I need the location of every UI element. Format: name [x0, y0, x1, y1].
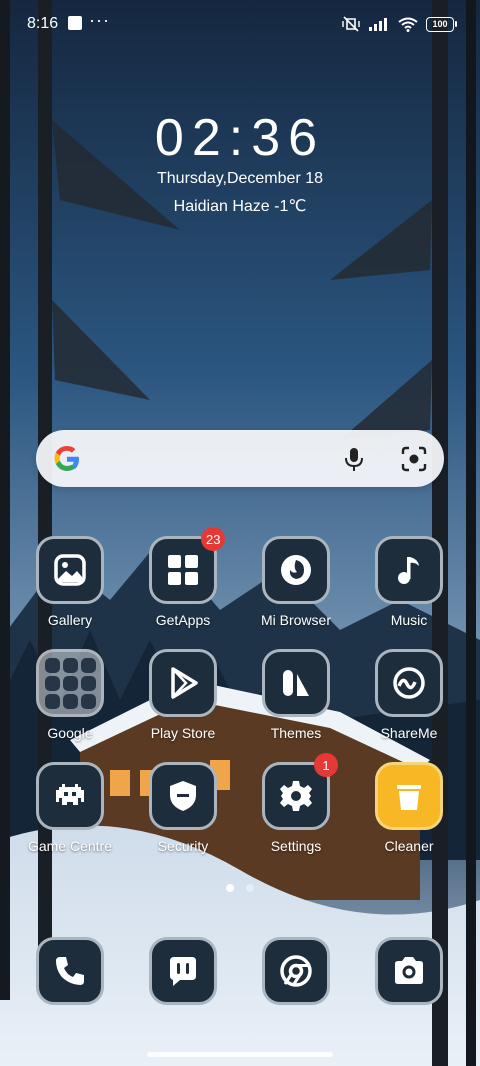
notification-badge: 23: [201, 527, 226, 551]
signal-icon: [369, 18, 387, 31]
themes-icon: [283, 670, 309, 696]
app-mi-browser[interactable]: Mi Browser: [240, 536, 352, 636]
camera-icon: [395, 957, 423, 984]
app-label: Play Store: [150, 725, 216, 741]
app-label: Themes: [270, 725, 322, 741]
page-indicator[interactable]: [0, 884, 480, 892]
page-dot-active: [226, 884, 234, 892]
chrome-icon: [280, 955, 312, 987]
wifi-icon: [398, 17, 418, 32]
trash-icon: [397, 785, 421, 810]
status-bar: 8:16 ··· 100: [0, 0, 480, 46]
app-label: Google: [47, 725, 93, 741]
app-settings[interactable]: 1 Settings: [240, 753, 352, 862]
home-gesture-bar[interactable]: [147, 1052, 333, 1057]
browser-icon: [281, 555, 311, 585]
space-invader-icon: [56, 784, 84, 805]
app-label: GetApps: [155, 612, 211, 628]
app-cleaner[interactable]: Cleaner: [353, 762, 465, 862]
notification-square-icon: [68, 16, 82, 30]
app-label: Settings: [270, 838, 322, 854]
shareme-icon: [393, 667, 425, 699]
app-folder-google[interactable]: Google: [14, 649, 126, 749]
mic-icon[interactable]: [340, 445, 368, 473]
app-label: Music: [390, 612, 428, 628]
messages-icon: [170, 957, 196, 986]
google-logo-icon: [54, 446, 79, 471]
app-security[interactable]: Security: [127, 762, 239, 862]
play-store-icon: [171, 667, 198, 699]
app-game-centre[interactable]: Game Centre: [14, 762, 126, 862]
folder-icon: [36, 649, 104, 717]
shield-icon: [170, 781, 196, 811]
app-shareme[interactable]: ShareMe: [353, 649, 465, 749]
phone-icon: [56, 957, 84, 985]
vibrate-mute-icon: [342, 16, 360, 32]
app-gallery[interactable]: Gallery: [14, 536, 126, 636]
status-time: 8:16: [27, 15, 59, 32]
battery-indicator: 100: [426, 16, 457, 32]
notification-badge: 1: [314, 753, 338, 777]
app-label: Security: [157, 838, 209, 854]
page-dot: [246, 884, 254, 892]
dock-chrome[interactable]: [240, 937, 352, 1007]
date-label: Thursday,December 18: [157, 170, 323, 187]
app-getapps[interactable]: 23 GetApps: [127, 527, 239, 636]
clock-widget[interactable]: 02:36: [0, 108, 480, 168]
app-themes[interactable]: Themes: [240, 649, 352, 749]
dock-messages[interactable]: [127, 937, 239, 1007]
app-label: Mi Browser: [260, 612, 331, 628]
gallery-icon: [54, 554, 86, 586]
app-label: Gallery: [47, 612, 93, 628]
more-notifications-icon: ···: [89, 10, 110, 30]
app-label: ShareMe: [380, 725, 438, 741]
gear-icon: [280, 781, 312, 811]
music-note-icon: [398, 557, 419, 584]
app-label: Game Centre: [27, 838, 113, 854]
app-label: Cleaner: [384, 838, 434, 854]
dock-phone[interactable]: [14, 937, 126, 1007]
app-music[interactable]: Music: [353, 536, 465, 636]
weather-label[interactable]: Haidian Haze -1℃: [0, 196, 480, 216]
app-play-store[interactable]: Play Store: [127, 649, 239, 749]
google-search-bar[interactable]: [36, 430, 444, 487]
lens-icon[interactable]: [400, 445, 428, 473]
grid-icon: [168, 555, 198, 585]
dock-camera[interactable]: [353, 937, 465, 1007]
